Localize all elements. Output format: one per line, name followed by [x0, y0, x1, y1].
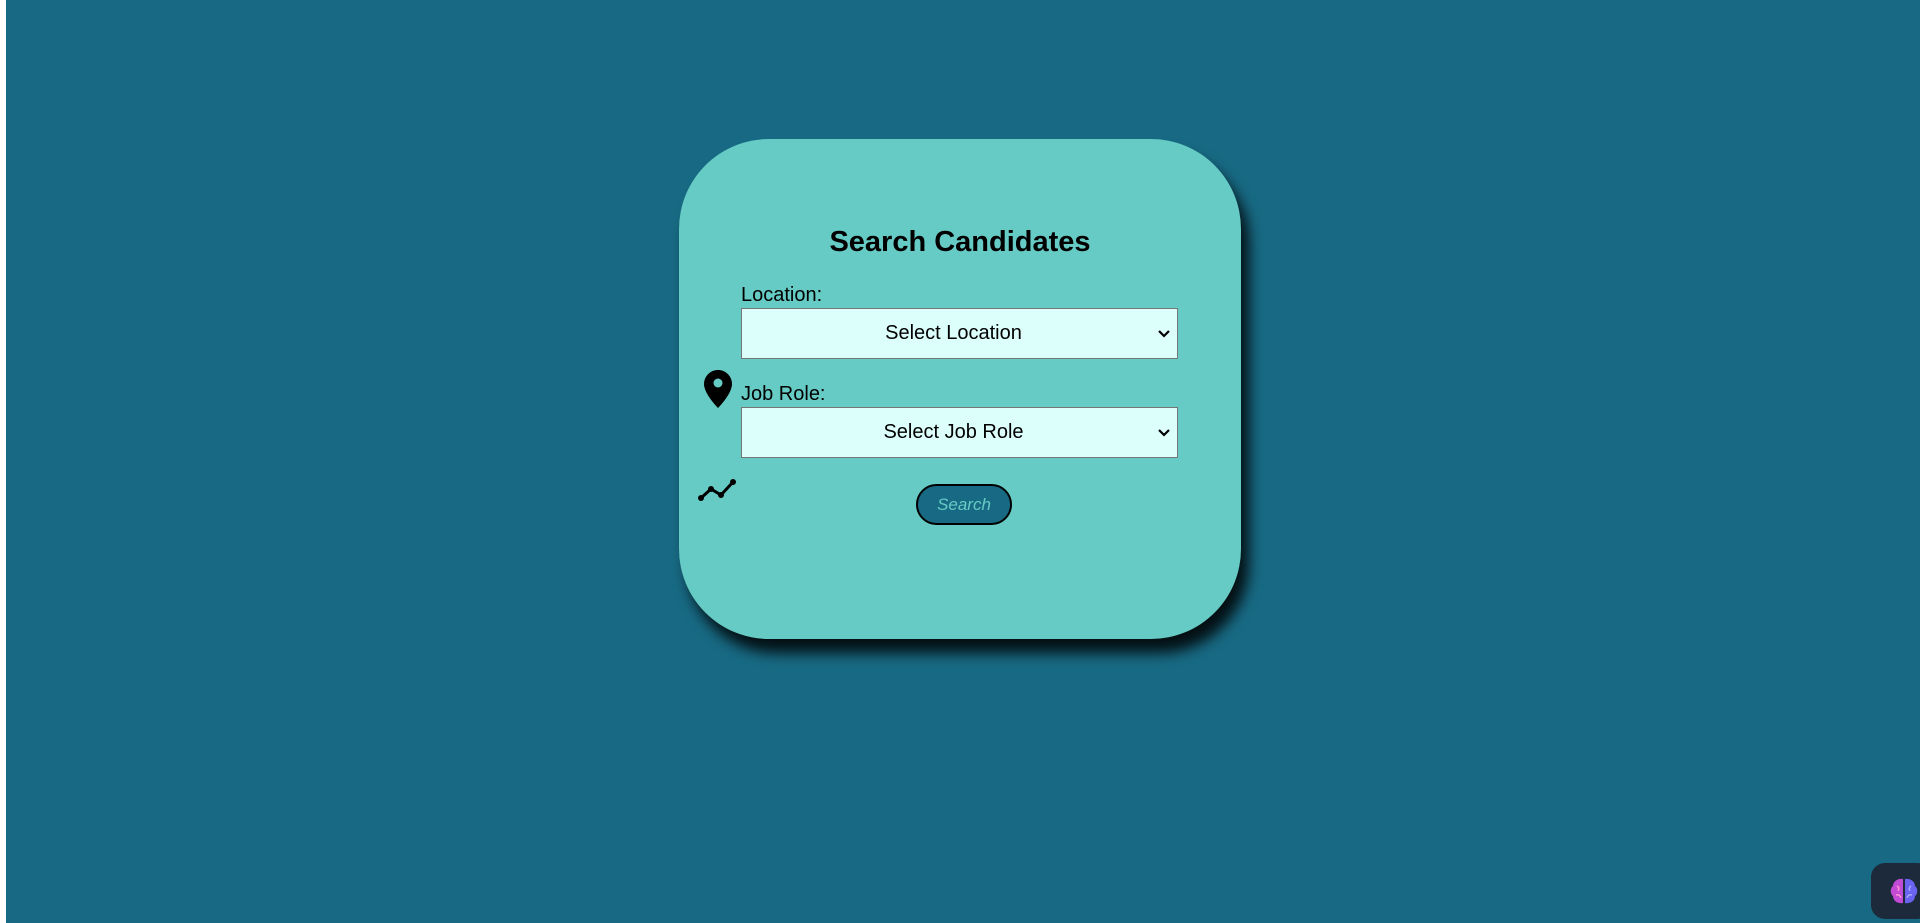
trend-line-icon — [698, 479, 736, 501]
location-select[interactable]: Select Location — [741, 308, 1178, 359]
chevron-down-icon — [1158, 428, 1170, 437]
search-card: Search Candidates Location: Select Locat… — [679, 139, 1241, 639]
job-role-select[interactable]: Select Job Role — [741, 407, 1178, 458]
brain-icon — [1890, 878, 1918, 904]
chevron-down-icon — [1158, 329, 1170, 338]
search-button[interactable]: Search — [916, 484, 1012, 525]
job-role-label: Job Role: — [741, 383, 826, 405]
assistant-widget-button[interactable] — [1871, 863, 1920, 919]
map-pin-icon — [704, 370, 732, 408]
location-select-value: Select Location — [885, 322, 1022, 344]
location-label: Location: — [741, 284, 823, 306]
page-title: Search Candidates — [829, 226, 1091, 258]
job-role-select-value: Select Job Role — [883, 421, 1024, 443]
page-background: Search Candidates Location: Select Locat… — [6, 0, 1920, 923]
